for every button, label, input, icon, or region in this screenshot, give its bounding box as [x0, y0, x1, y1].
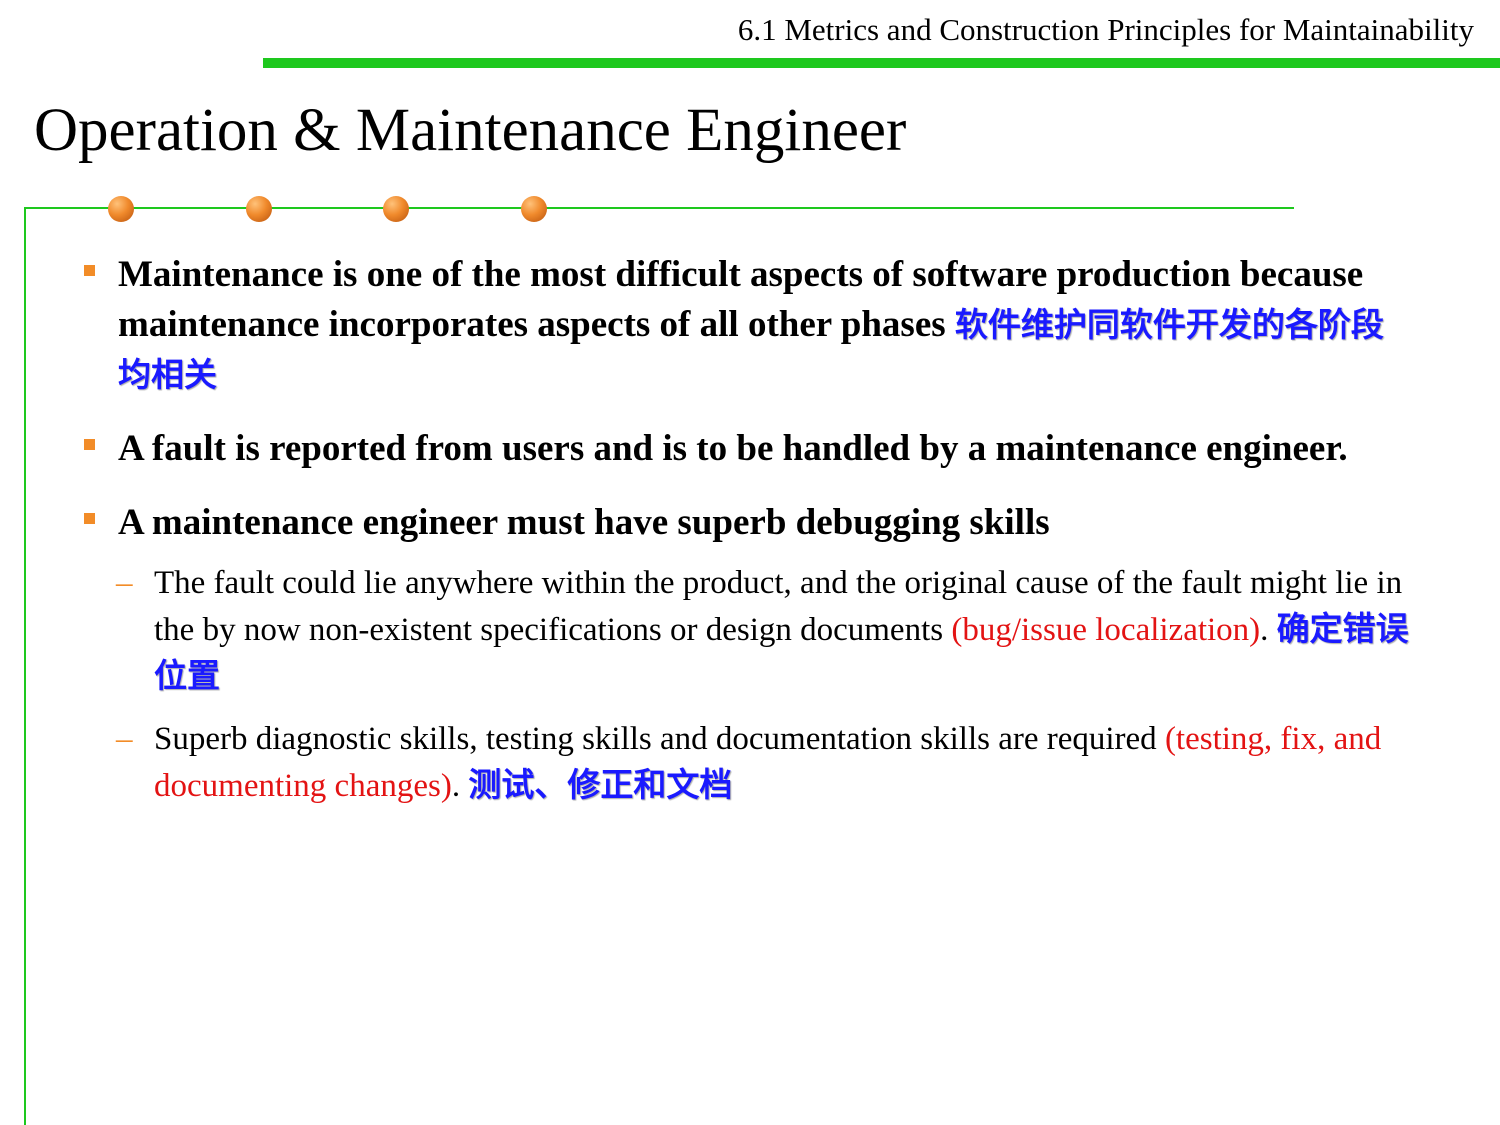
sub-bullet-period: .: [1260, 612, 1269, 648]
frame-left-line: [24, 207, 26, 1125]
orange-dot-3: [383, 196, 409, 222]
slide-body: Maintenance is one of the most difficult…: [80, 250, 1410, 825]
square-bullet-icon: [84, 439, 95, 450]
orange-dot-4: [521, 196, 547, 222]
header-divider: [263, 58, 1500, 68]
section-header: 6.1 Metrics and Construction Principles …: [737, 12, 1474, 47]
frame-top-line: [25, 207, 1294, 209]
sub-bullet-period: .: [451, 768, 461, 804]
bullet-text: A maintenance engineer must have superb …: [118, 502, 1050, 543]
bullet-item: A fault is reported from users and is to…: [80, 424, 1410, 474]
red-highlight: (bug/issue localization): [951, 612, 1261, 648]
bullet-item: A maintenance engineer must have superb …: [80, 498, 1410, 548]
orange-dot-2: [246, 196, 272, 222]
dash-bullet-icon: –: [116, 565, 133, 601]
sub-bullet-item: – Superb diagnostic skills, testing skil…: [80, 716, 1410, 809]
sub-bullet-item: – The fault could lie anywhere within th…: [80, 560, 1410, 700]
bullet-item: Maintenance is one of the most difficult…: [80, 250, 1410, 400]
slide-title: Operation & Maintenance Engineer: [34, 97, 907, 164]
chinese-annotation: 测试、修正和文档: [468, 765, 733, 804]
square-bullet-icon: [84, 513, 95, 524]
dash-bullet-icon: –: [116, 721, 133, 757]
bullet-text: A fault is reported from users and is to…: [118, 428, 1348, 469]
square-bullet-icon: [84, 265, 95, 276]
orange-dot-1: [108, 196, 134, 222]
sub-bullet-text: Superb diagnostic skills, testing skills…: [154, 721, 1157, 757]
